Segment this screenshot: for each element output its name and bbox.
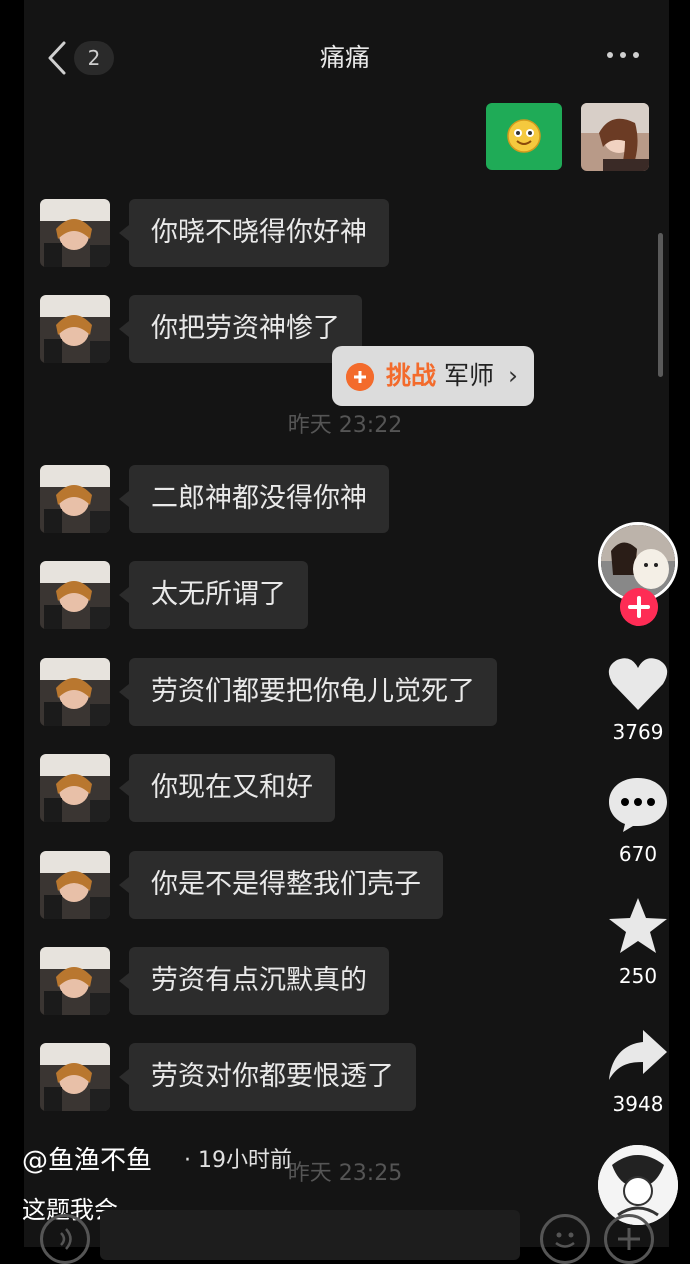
comment-count: 670 — [618, 842, 658, 866]
share-count: 3948 — [612, 1092, 664, 1116]
contact-avatar[interactable] — [40, 561, 110, 630]
more-icon — [607, 52, 639, 58]
received-message-bubble[interactable]: 劳资对你都要恨透了 — [119, 1043, 416, 1112]
emoji-icon — [540, 1214, 590, 1264]
contact-avatar[interactable] — [40, 754, 110, 823]
like-count: 3769 — [612, 720, 664, 744]
received-message-bubble[interactable]: 你是不是得整我们壳子 — [119, 850, 443, 919]
contact-avatar[interactable] — [40, 947, 110, 1015]
add-icon — [604, 1214, 654, 1264]
chevron-right-icon: › — [508, 361, 518, 390]
challenge-target: 军师 — [444, 361, 495, 390]
chat-scrollbar — [658, 233, 663, 377]
contact-avatar[interactable] — [40, 1043, 110, 1112]
contact-avatar[interactable] — [40, 199, 110, 267]
star-icon[interactable] — [605, 896, 671, 956]
contact-avatar[interactable] — [40, 657, 110, 726]
post-time: · 19小时前 — [184, 1148, 292, 1173]
timestamp: 昨天 23:22 — [287, 413, 403, 438]
contact-avatar[interactable] — [40, 465, 110, 533]
received-message-bubble[interactable]: 太无所谓了 — [119, 561, 308, 630]
music-disc[interactable] — [598, 1145, 678, 1225]
received-message-bubble[interactable]: 二郎神都没得你神 — [119, 465, 389, 533]
voice-icon — [40, 1214, 90, 1264]
challenge-label: 挑战 — [386, 361, 437, 390]
received-message-bubble[interactable]: 你把劳资神惨了 — [119, 295, 362, 363]
chat-title: 痛痛 — [319, 43, 370, 72]
smiley-emoji-icon — [507, 119, 541, 153]
received-message-bubble[interactable]: 你现在又和好 — [119, 754, 335, 823]
my-avatar — [581, 103, 649, 171]
heart-icon[interactable] — [605, 654, 671, 714]
chat-input-field — [100, 1210, 520, 1260]
author-name[interactable]: @鱼渔不鱼 — [22, 1140, 152, 1177]
received-message-bubble[interactable]: 劳资有点沉默真的 — [119, 947, 389, 1015]
favorite-count: 250 — [618, 964, 658, 988]
plus-icon — [346, 363, 374, 391]
received-message-bubble[interactable]: 劳资们都要把你龟儿觉死了 — [119, 657, 497, 726]
follow-plus-icon[interactable] — [620, 588, 658, 626]
contact-avatar[interactable] — [40, 850, 110, 919]
received-message-bubble[interactable]: 你晓不晓得你好神 — [119, 199, 389, 267]
share-icon[interactable] — [605, 1024, 671, 1084]
challenge-button[interactable]: 挑战 军师 › — [332, 346, 534, 406]
comment-icon[interactable] — [605, 774, 671, 834]
contact-avatar[interactable] — [40, 295, 110, 363]
